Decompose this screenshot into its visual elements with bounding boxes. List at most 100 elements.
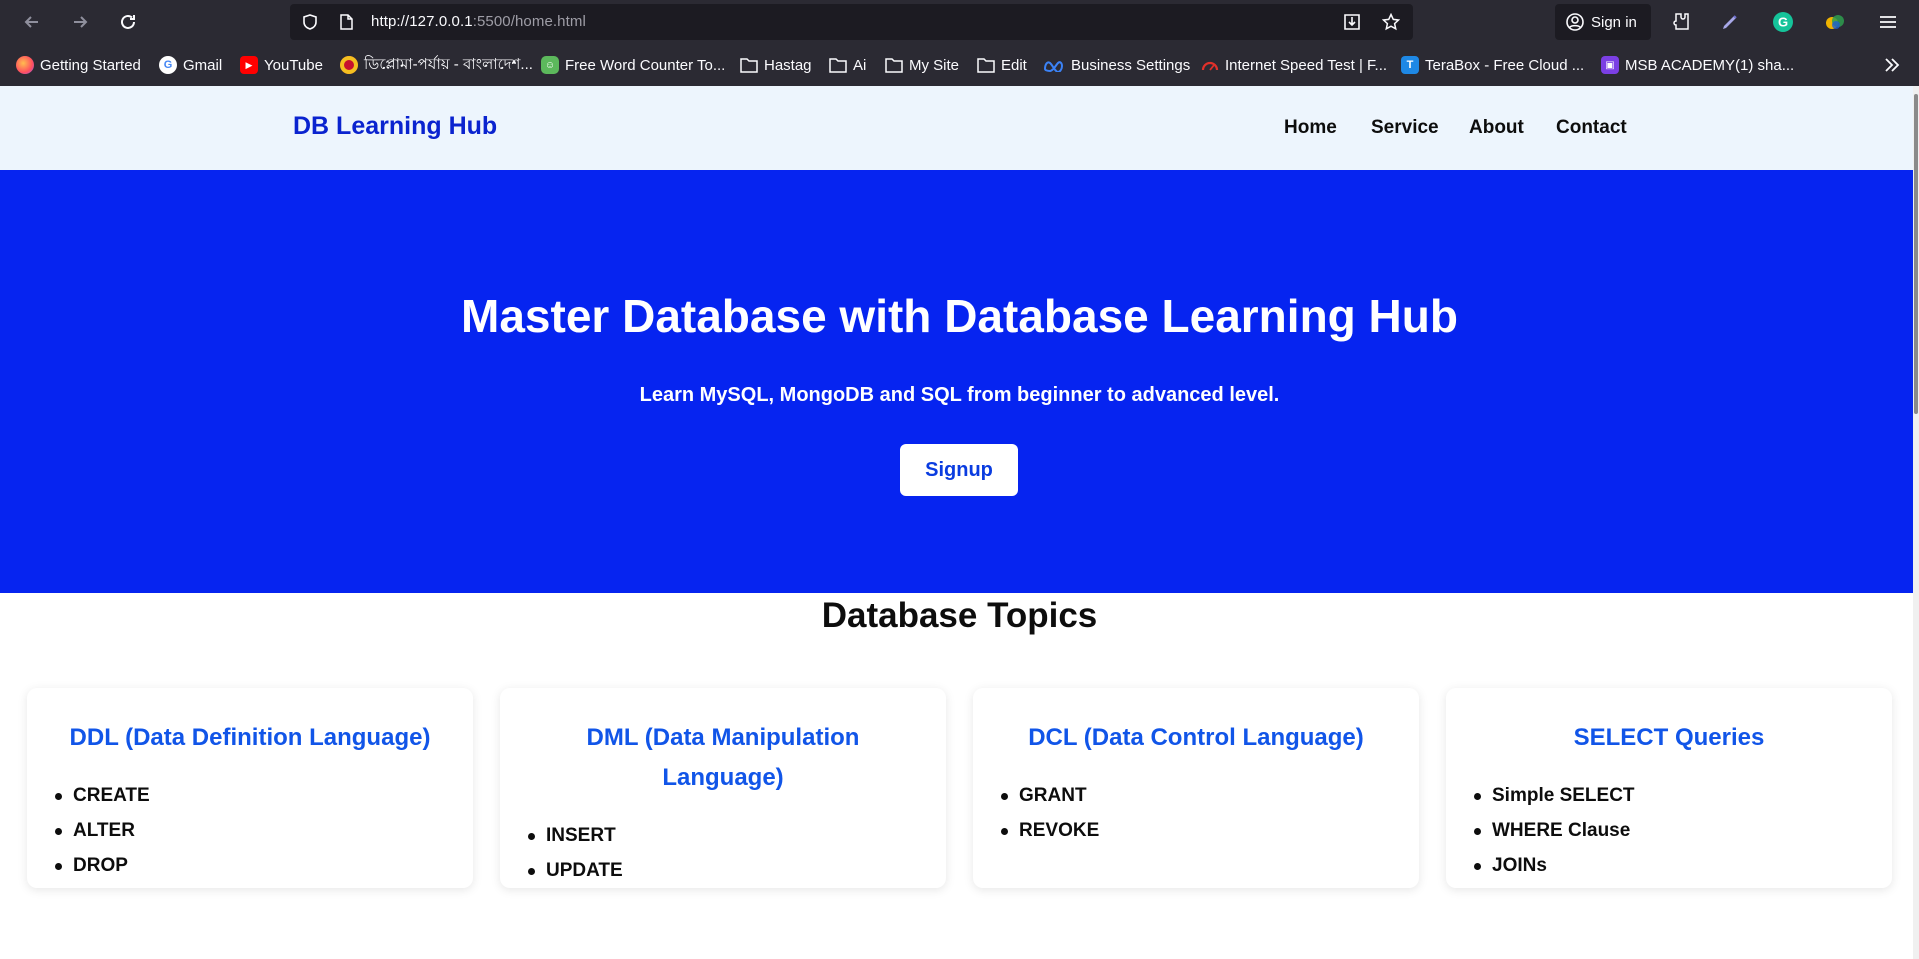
url-path: :5500/home.html [472,13,586,30]
sign-in-button[interactable]: Sign in [1555,4,1651,40]
folder-icon [740,58,758,73]
nav-link-contact[interactable]: Contact [1556,117,1627,139]
reload-button[interactable] [112,8,144,36]
topic-card-dcl: DCL (Data Control Language) GRANT REVOKE [973,688,1419,888]
forward-button[interactable] [64,8,96,36]
bookmark-star-icon[interactable] [1382,13,1400,31]
account-icon [1566,13,1584,31]
bd-gov-icon [340,56,358,74]
list-item: INSERT [528,818,623,853]
bookmark-label: My Site [909,56,960,74]
web-page: DB Learning Hub Home Service About Conta… [0,86,1919,959]
bookmark-label: YouTube [264,56,323,74]
bookmark-item[interactable]: G Gmail [159,55,222,75]
bookmark-item[interactable]: My Site [885,55,959,75]
bookmark-item[interactable]: ▶ YouTube [240,55,323,75]
robot-icon: ☺ [541,56,559,74]
bookmark-label: TeraBox - Free Cloud ... [1425,56,1585,74]
signup-button[interactable]: Signup [900,444,1018,496]
bookmark-label: Ai [853,56,867,74]
topics-heading: Database Topics [821,596,1098,635]
folder-icon [977,58,995,73]
nav-link-home[interactable]: Home [1284,117,1337,139]
bookmark-item[interactable]: Getting Started [16,55,141,75]
list-item: JOINs [1474,848,1635,883]
card-title: DML (Data Manipulation Language) [586,724,860,791]
bookmark-item[interactable]: Hastag [740,55,812,75]
reload-icon [121,14,135,29]
bookmark-label: Internet Speed Test | F... [1225,56,1388,74]
folder-icon [829,58,847,73]
topic-card-select: SELECT Queries Simple SELECT WHERE Claus… [1446,688,1892,888]
bookmark-item[interactable]: Edit [977,55,1027,75]
topic-card-dml: DML (Data Manipulation Language) INSERT … [500,688,946,888]
hero-section: Master Database with Database Learning H… [0,170,1919,593]
bookmark-label: Getting Started [40,56,141,74]
card-list: Simple SELECT WHERE Clause JOINs [1474,778,1635,883]
nav-link-service[interactable]: Service [1371,117,1439,139]
scrollbar-thumb[interactable] [1914,94,1918,414]
bookmark-label: MSB ACADEMY(1) sha... [1625,56,1795,74]
list-item: DROP [55,848,150,883]
bookmark-label: Gmail [183,56,223,74]
bookmark-item[interactable]: T TeraBox - Free Cloud ... [1401,55,1584,75]
list-item: REVOKE [1000,813,1099,848]
back-arrow-icon [24,16,38,28]
sign-in-label: Sign in [1591,13,1637,31]
back-button[interactable] [16,8,48,36]
shield-icon[interactable] [301,13,319,31]
card-title: SELECT Queries [1573,724,1765,751]
list-item: Simple SELECT [1474,778,1635,813]
list-item: ALTER [55,813,150,848]
bookmark-item[interactable]: ▣ MSB ACADEMY(1) sha... [1601,55,1794,75]
menu-icon[interactable] [1877,11,1899,33]
bookmarks-bar: Getting Started G Gmail ▶ YouTube ডিপ্লো… [0,44,1919,87]
url-host: http://127.0.0.1 [371,13,473,30]
list-item: WHERE Clause [1474,813,1635,848]
pen-extension-icon[interactable] [1719,11,1741,33]
bookmark-label: Edit [1001,56,1027,74]
address-bar[interactable]: http://127.0.0.1:5500/home.html [290,4,1413,40]
card-title: DDL (Data Definition Language) [69,724,431,751]
list-item: UPDATE [528,853,623,888]
svg-text:G: G [1778,15,1788,30]
site-brand[interactable]: DB Learning Hub [293,112,497,141]
hero-title: Master Database with Database Learning H… [461,290,1458,342]
speedometer-icon [1201,61,1219,71]
card-list: CREATE ALTER DROP [55,778,150,883]
list-item: CREATE [55,778,150,813]
bookmark-item[interactable]: Ai [829,55,866,75]
bookmark-item[interactable]: ডিপ্লোমা-পর্যায় - বাংলাদেশ... [340,55,533,75]
bookmark-item[interactable]: Business Settings [1043,55,1190,75]
site-navbar: DB Learning Hub Home Service About Conta… [0,86,1919,170]
list-item: GRANT [1000,778,1099,813]
google-icon: G [159,56,177,74]
bookmark-label: Free Word Counter To... [565,56,726,74]
topic-card-ddl: DDL (Data Definition Language) CREATE AL… [27,688,473,888]
youtube-icon: ▶ [240,56,258,74]
meta-icon [1043,61,1064,72]
page-icon[interactable] [337,13,355,31]
extensions-icon[interactable] [1670,11,1692,33]
hero-subtitle: Learn MySQL, MongoDB and SQL from beginn… [639,384,1280,406]
bookmark-item[interactable]: Internet Speed Test | F... [1201,55,1387,75]
page-scrollbar[interactable] [1913,86,1919,959]
terabox-icon: T [1401,56,1419,74]
browser-toolbar: http://127.0.0.1:5500/home.html Sign in … [0,0,1919,44]
bookmark-label: ডিপ্লোমা-পর্যায় - বাংলাদেশ... [364,55,533,73]
bookmark-item[interactable]: ☺ Free Word Counter To... [541,55,725,75]
colorful-extension-icon[interactable] [1824,11,1846,33]
bookmark-label: Hastag [764,56,812,74]
card-title: DCL (Data Control Language) [1028,724,1364,751]
grammarly-icon[interactable]: G [1772,11,1794,33]
url-text[interactable]: http://127.0.0.1:5500/home.html [371,13,586,30]
nav-link-about[interactable]: About [1469,117,1524,139]
card-list: GRANT REVOKE [1000,778,1099,848]
card-list: INSERT UPDATE [528,818,623,888]
save-page-icon[interactable] [1343,13,1361,31]
forward-arrow-icon [74,16,88,28]
bookmark-label: Business Settings [1071,56,1191,74]
msb-icon: ▣ [1601,56,1619,74]
more-bookmarks-chevron-icon[interactable] [1882,56,1902,74]
folder-icon [885,58,903,73]
